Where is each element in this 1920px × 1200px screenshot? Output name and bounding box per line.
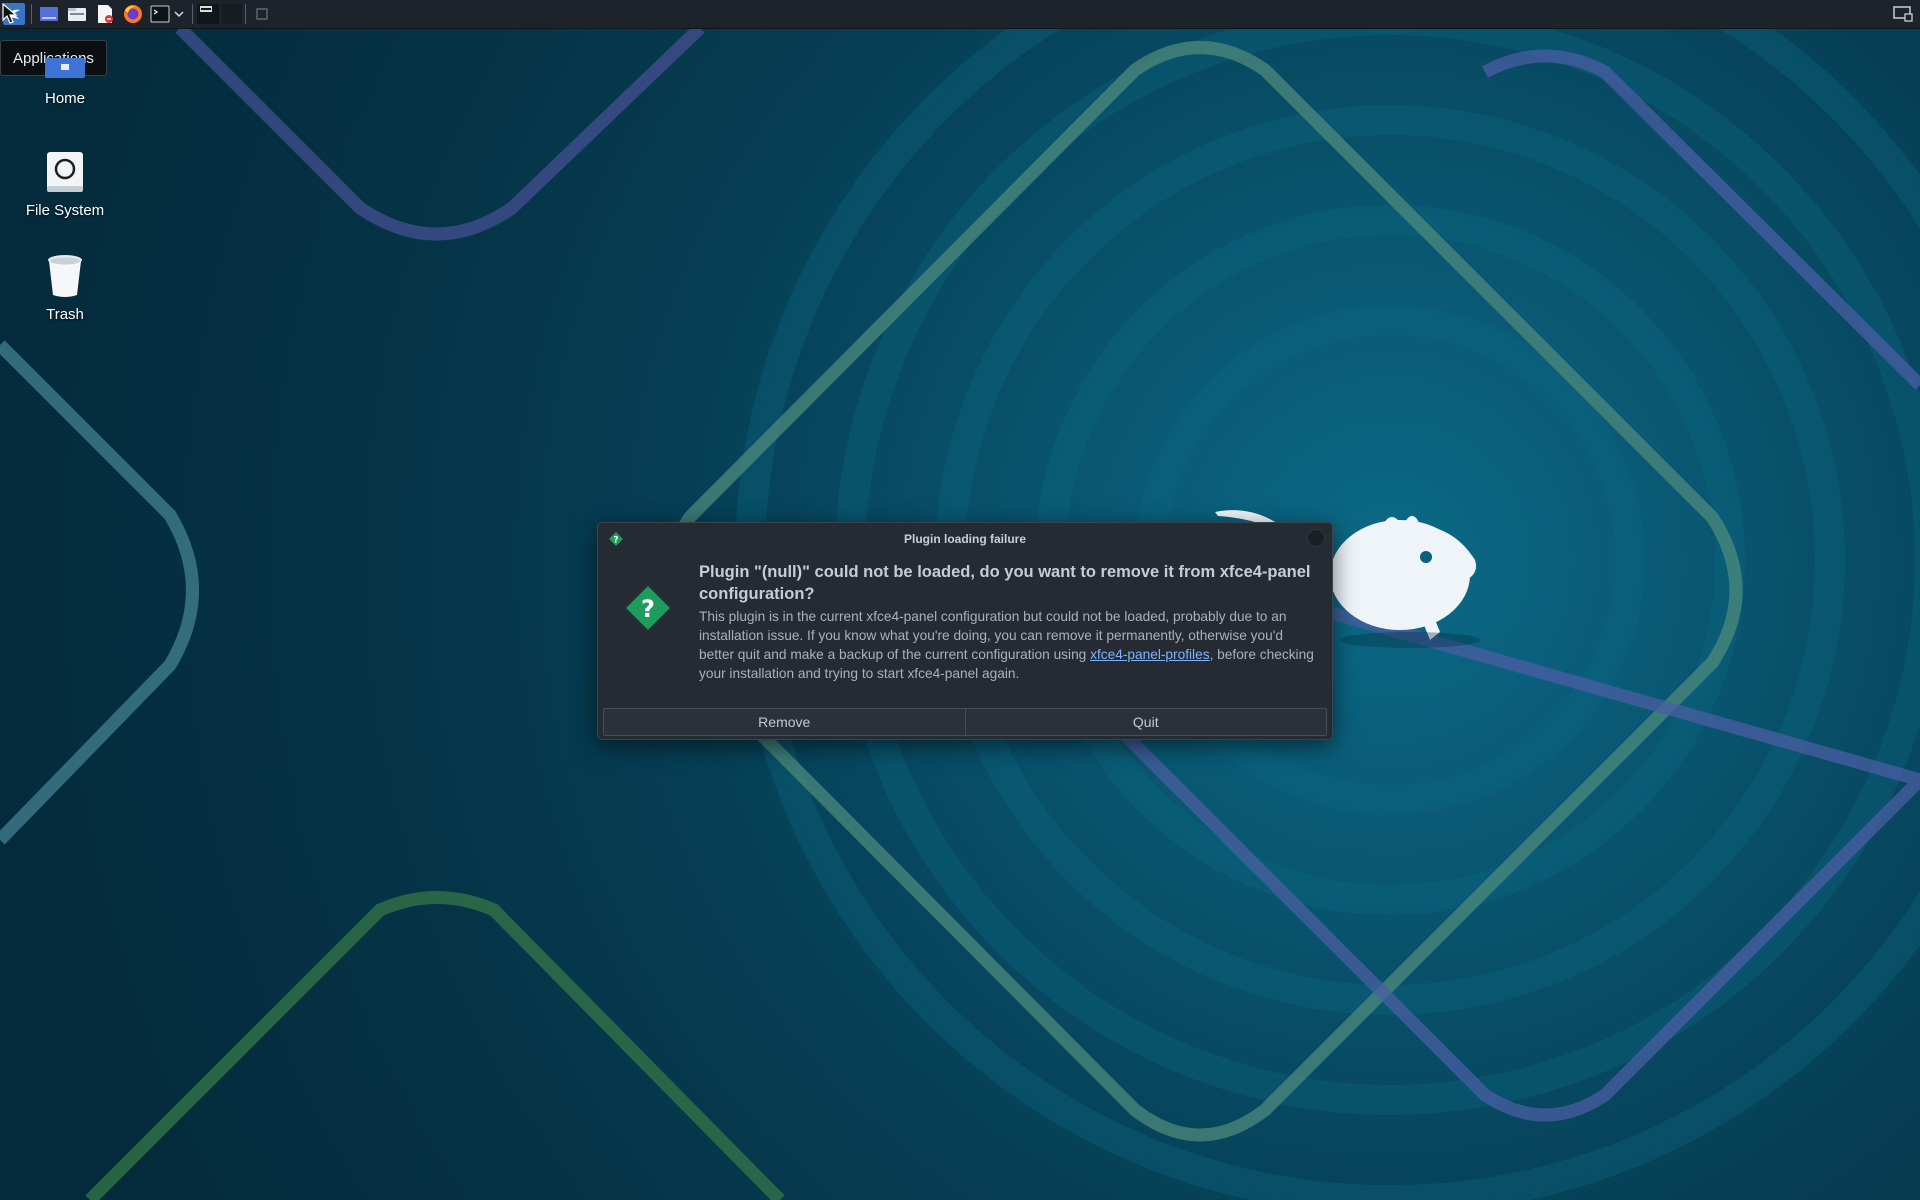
dialog-headline: Plugin "(null)" could not be loaded, do … — [699, 563, 1311, 603]
panel-separator — [192, 4, 193, 24]
top-panel — [0, 0, 1920, 29]
terminal-icon — [150, 5, 170, 23]
quit-button[interactable]: Quit — [964, 709, 1326, 735]
drive-icon — [41, 148, 89, 196]
firefox-button[interactable] — [122, 3, 144, 25]
chevron-down-icon — [174, 11, 184, 18]
show-desktop-icon — [40, 7, 58, 21]
workspace-thumbnail-icon — [197, 4, 219, 24]
terminal-button[interactable] — [149, 3, 171, 25]
remove-button[interactable]: Remove — [604, 709, 965, 735]
show-desktop-button[interactable] — [38, 3, 60, 25]
plugin-failure-dialog: ? Plugin loading failure ? Plugin "(null… — [597, 522, 1333, 740]
file-manager-icon — [68, 8, 86, 21]
window-placeholder-button[interactable] — [254, 3, 270, 25]
file-manager-button[interactable] — [66, 3, 88, 25]
dialog-message: This plugin is in the current xfce4-pane… — [699, 607, 1321, 683]
dialog-title: Plugin loading failure — [903, 532, 1026, 546]
text-editor-icon — [98, 5, 113, 23]
firefox-icon — [124, 5, 142, 23]
workspace-2[interactable] — [221, 3, 243, 25]
panel-separator — [31, 4, 32, 24]
question-icon: ? — [626, 586, 670, 630]
monitor-icon — [1893, 6, 1913, 22]
dialog-body: ? Plugin "(null)" could not be loaded, d… — [598, 555, 1332, 681]
workspace-thumbnail-icon — [222, 4, 242, 24]
trash-icon — [41, 252, 89, 300]
panel-separator — [245, 4, 246, 24]
desktop-icon-label: Trash — [46, 306, 84, 323]
xfce4-panel-profiles-link[interactable]: xfce4-panel-profiles — [1090, 647, 1209, 662]
desktop-icon-label: Home — [44, 90, 85, 107]
desktop-icon-home[interactable]: Home — [10, 58, 120, 107]
workspace-1[interactable] — [196, 3, 220, 25]
text-editor-button[interactable] — [94, 3, 116, 25]
close-button[interactable] — [1307, 529, 1325, 547]
mouse-pointer-icon — [2, 3, 18, 24]
desktop-icon-trash[interactable]: Trash — [10, 252, 120, 323]
window-icon — [256, 8, 268, 20]
launcher-dropdown-button[interactable] — [172, 3, 186, 25]
dialog-titlebar[interactable]: ? Plugin loading failure — [598, 523, 1332, 555]
desktop-icon-file-system[interactable]: File System — [10, 148, 120, 219]
display-settings-button[interactable] — [1892, 3, 1914, 25]
desktop-icon-label: File System — [25, 202, 105, 219]
svg-text:?: ? — [641, 595, 655, 623]
dialog-button-row: Remove Quit — [603, 708, 1327, 736]
home-folder-icon — [41, 58, 89, 80]
